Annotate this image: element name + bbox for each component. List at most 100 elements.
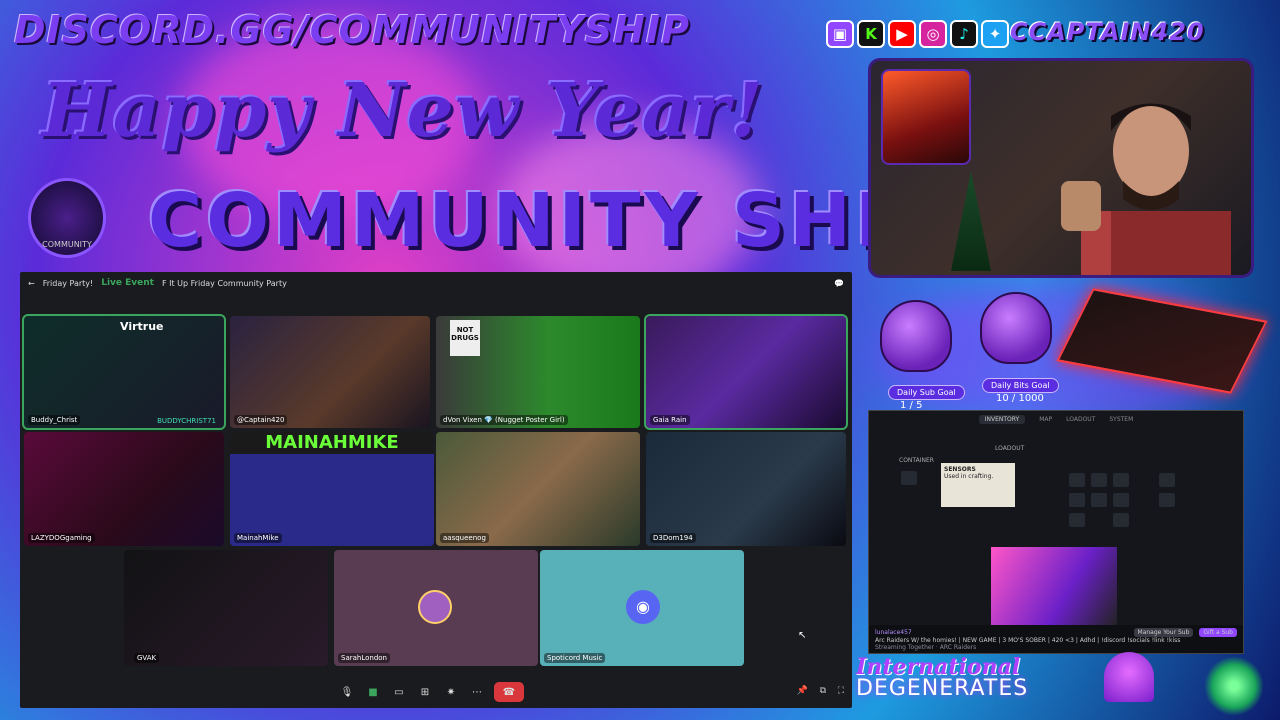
participant-tile[interactable]: LAZYDOGgaming [24,432,224,546]
participant-name: Gaia Rain [650,415,690,425]
camera-icon[interactable]: ■ [364,687,382,698]
greeting-title: Happy New Year! [42,68,765,154]
inventory-slot[interactable] [1091,493,1107,507]
discord-bot-avatar: ◉ [626,590,660,624]
tiktok-icon: ♪ [950,20,978,48]
social-handle: CCAPTAIN420 [1010,18,1205,46]
container-label: CONTAINER [899,457,934,464]
event-name: F It Up Friday Community Party [162,278,287,288]
inventory-slot[interactable] [1069,473,1085,487]
logo-text: COMMUNITY [42,240,92,249]
participant-tile[interactable]: NOT DRUGS dVon Vixen 💎 (Nugget Poster Gi… [436,316,640,428]
mouse-cursor-icon: ↖ [798,630,807,641]
fullscreen-icon[interactable]: ⛶ [838,686,844,696]
bits-goal-label: Daily Bits Goal [982,378,1059,393]
gengar-sub-goal-icon [880,300,952,372]
inventory-slot[interactable] [1113,513,1129,527]
inventory-slot[interactable] [1069,513,1085,527]
kick-icon: K [857,20,885,48]
participant-name: D3Dom194 [650,533,696,543]
discord-topbar: ← Friday Party! Live Event F It Up Frida… [20,272,852,294]
tile-banner: BUDDYCHRIST71 [157,417,216,425]
tooltip-title: SENSORS [944,466,976,473]
participant-name: aasqueenog [440,533,489,543]
gengar-bits-goal-icon [980,292,1052,364]
stream-title: Arc Raiders W/ the homies! | NEW GAME | … [875,637,1181,644]
sub-goal-label: Daily Sub Goal [888,385,965,400]
inventory-slot[interactable] [1159,473,1175,487]
participant-name: MainahMike [234,533,282,543]
game-screen-share: INVENTORY MAP LOADOUT SYSTEM CONTAINER L… [868,410,1244,654]
inventory-slot[interactable] [1069,493,1085,507]
microphone-icon[interactable]: 🎙 [338,687,356,698]
back-arrow-icon[interactable]: ← [28,279,35,288]
community-ship-logo: COMMUNITY [28,178,106,258]
participant-tile[interactable]: aasqueenog [436,432,640,546]
tile-banner: MAINAHMIKE [230,432,434,454]
participant-name: dVon Vixen 💎 (Nugget Poster Girl) [440,415,568,425]
loadout-label: LOADOUT [995,445,1025,452]
mushroom-icon [1104,652,1154,702]
screen-share-icon[interactable]: ▭ [390,687,408,698]
participant-tile[interactable]: D3Dom194 [646,432,846,546]
sign: NOT DRUGS [450,320,480,356]
inventory-slot[interactable] [1113,473,1129,487]
discord-url: DISCORD.GG/COMMUNITYSHIP [14,8,690,52]
pc-camera-inset [881,69,971,165]
tooltip-text: Used in crafting. [944,473,994,480]
more-icon[interactable]: ⋯ [468,687,486,698]
streamer-person [1061,103,1231,275]
game-tabs: INVENTORY MAP LOADOUT SYSTEM [869,411,1243,427]
disconnect-button[interactable]: ☎ [494,682,524,702]
manage-sub-button[interactable]: Manage Your Sub [1133,628,1194,637]
participant-tile[interactable]: ◉ Spoticord Music [540,550,744,666]
tab-system[interactable]: SYSTEM [1109,416,1133,423]
degenerates-text: DEGENERATES [856,676,1029,701]
gift-sub-button[interactable]: Gift a Sub [1199,628,1237,637]
participant-name: GVAK [134,653,160,663]
streamer-webcam [868,58,1254,278]
twitter-icon: ✦ [981,20,1009,48]
inventory-slot[interactable] [1113,493,1129,507]
inventory-slot[interactable] [901,471,917,485]
live-event-label[interactable]: Live Event [101,278,154,288]
participant-tile[interactable]: MAINAHMIKE MainahMike [230,432,434,546]
tab-inventory[interactable]: INVENTORY [978,414,1026,424]
participant-name: @Captain420 [234,415,288,425]
participant-name: LAZYDOGgaming [28,533,95,543]
popout-icon[interactable]: ⧉ [820,686,826,696]
social-icons: ▣ K ▶ ◎ ♪ ✦ [826,20,1009,48]
tab-map[interactable]: MAP [1039,416,1052,423]
server-name[interactable]: Friday Party! [43,279,94,288]
international-degenerates-logo: International DEGENERATES [856,654,1028,701]
tab-loadout[interactable]: LOADOUT [1066,416,1095,423]
christmas-tree [951,171,991,271]
participant-tile[interactable]: Gaia Rain [644,314,848,430]
streamer-name[interactable]: lunalace457 [875,629,912,636]
participant-tile[interactable]: GVAK [124,550,328,666]
participant-name: SarahLondon [338,653,390,663]
inventory-slot[interactable] [1091,473,1107,487]
activities-icon[interactable]: ⊞ [416,687,434,698]
inventory-slot[interactable] [1159,493,1175,507]
avatar [418,590,452,624]
youtube-icon: ▶ [888,20,916,48]
instagram-icon: ◎ [919,20,947,48]
participant-name: Spoticord Music [544,653,606,663]
participant-name: Buddy_Christ [28,415,81,425]
chat-icon[interactable]: 💬 [834,279,844,288]
overlay-title: Virtrue [120,320,164,333]
call-controls: 🎙 ■ ▭ ⊞ ✷ ⋯ ☎ [338,682,524,702]
embedded-streamer-cam [991,547,1117,627]
discord-call-panel: ← Friday Party! Live Event F It Up Frida… [20,272,852,708]
meditation-icon [1204,656,1264,716]
participant-tile[interactable]: Virtrue BUDDYCHRIST71 Buddy_Christ [22,314,226,430]
item-tooltip: SENSORS Used in crafting. [941,463,1015,507]
participant-tile[interactable]: SarahLondon [334,550,538,666]
brand-title: COMMUNITY SHIP [148,178,945,264]
participant-tile[interactable]: @Captain420 [230,316,430,428]
soundboard-icon[interactable]: ✷ [442,687,460,698]
stream-subtitle: Streaming Together · ARC Raiders [875,644,977,651]
pin-icon[interactable]: 📌 [797,686,808,696]
twitch-icon: ▣ [826,20,854,48]
